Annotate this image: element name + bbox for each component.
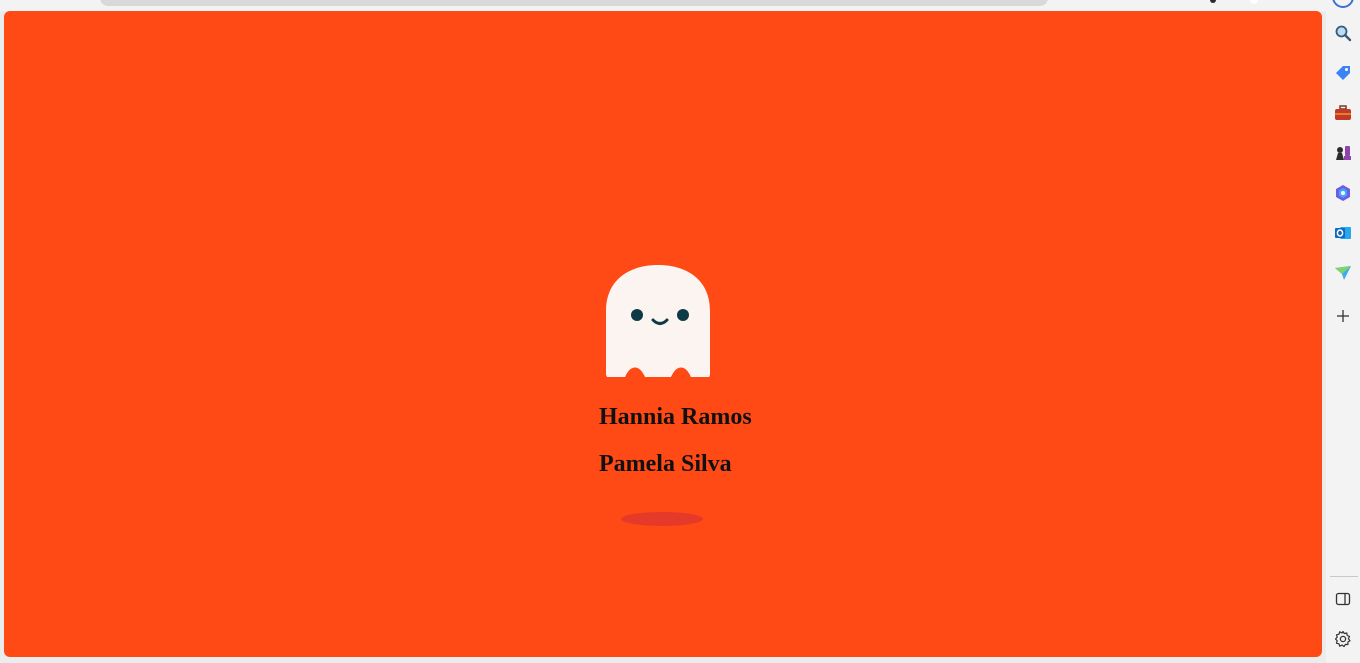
extension-dot-icon[interactable]: [1250, 0, 1258, 4]
browser-sidebar: [1326, 11, 1360, 663]
send-icon[interactable]: [1331, 261, 1355, 285]
tag-icon[interactable]: [1331, 61, 1355, 85]
name-heading-second: Pamela Silva: [599, 451, 732, 477]
split-view-icon[interactable]: [1331, 587, 1355, 611]
sidebar-divider: [1330, 576, 1358, 577]
search-icon[interactable]: [1331, 21, 1355, 45]
ghost-shadow: [621, 512, 703, 526]
add-icon[interactable]: [1331, 304, 1355, 328]
chess-icon[interactable]: [1331, 141, 1355, 165]
name-heading-first: Hannia Ramos: [599, 404, 752, 430]
page-viewport: Hannia Ramos Pamela Silva: [4, 11, 1322, 657]
settings-icon[interactable]: [1331, 627, 1355, 651]
ghost-body: [606, 265, 710, 384]
bottom-strip: [0, 657, 1326, 663]
profile-dot-icon[interactable]: [1210, 0, 1216, 3]
ghost-left-eye: [631, 309, 643, 321]
ghost-right-eye: [677, 309, 689, 321]
copilot-edge-icon[interactable]: [1332, 0, 1354, 8]
briefcase-icon[interactable]: [1331, 101, 1355, 125]
ghost-icon: [602, 253, 714, 384]
address-bar[interactable]: [100, 0, 1048, 6]
outlook-icon[interactable]: [1331, 221, 1355, 245]
copilot-icon[interactable]: [1331, 181, 1355, 205]
browser-top-strip: [0, 0, 1360, 11]
